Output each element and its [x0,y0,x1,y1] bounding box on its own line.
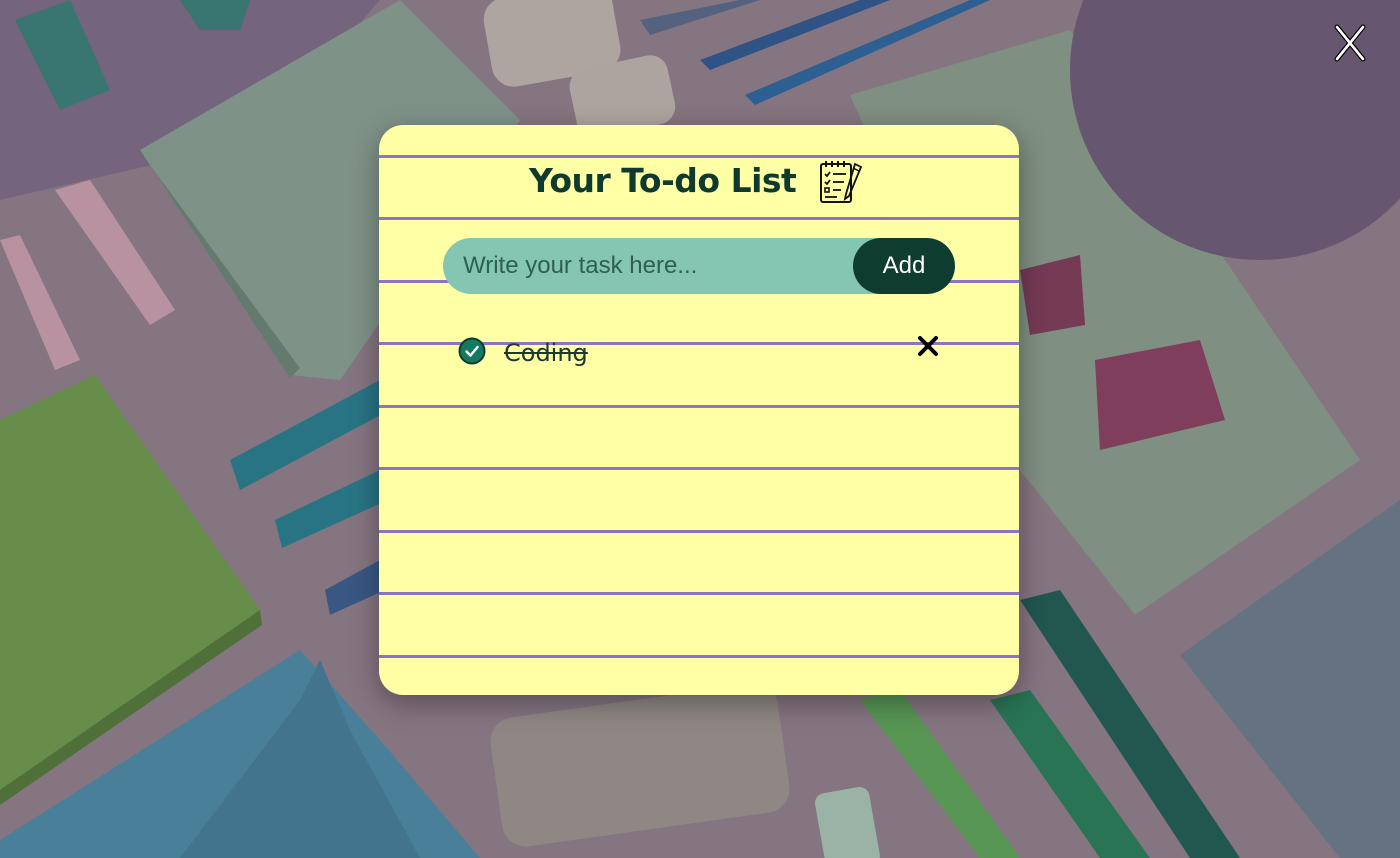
rule-line [379,530,1019,533]
todo-card: Your To-do List Add Coding [379,125,1019,695]
add-button[interactable]: Add [853,238,955,294]
rule-line [379,405,1019,408]
delete-x-icon[interactable] [916,334,940,358]
close-button[interactable] [1330,22,1370,62]
task-text: Coding [504,339,588,367]
rule-line [379,217,1019,220]
rule-line [379,655,1019,658]
task-input[interactable] [443,238,843,294]
page-title: Your To-do List [529,161,797,200]
rule-line [379,467,1019,470]
rule-line [379,155,1019,158]
check-circle-icon[interactable] [458,337,486,365]
task-item[interactable]: Coding [458,334,940,367]
close-icon [1334,24,1366,62]
rule-line [379,592,1019,595]
task-input-row: Add [443,238,955,294]
clipboard-checklist-icon [820,161,863,203]
